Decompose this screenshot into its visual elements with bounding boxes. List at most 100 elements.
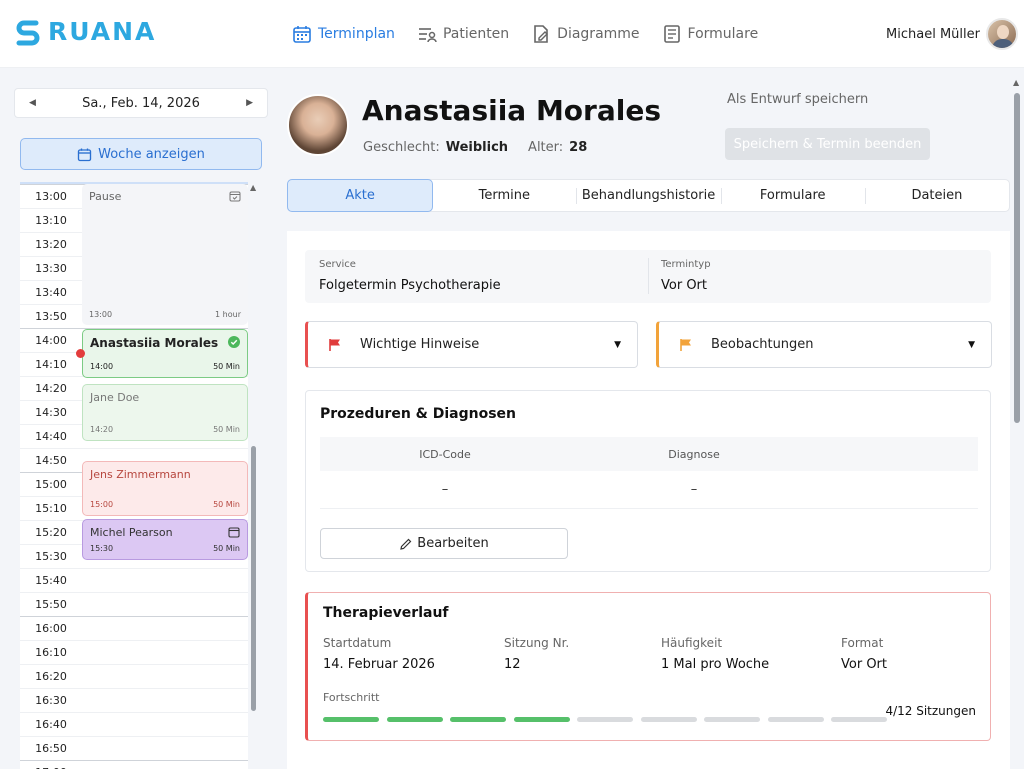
time-slot-label: 13:10 [35,214,67,227]
event-name: Jane Doe [90,391,140,404]
nav-terminplan[interactable]: Terminplan [292,24,395,44]
event-duration: 1 hour [215,310,241,319]
time-slot-label: 14:50 [35,454,67,467]
time-slot-line [20,712,248,713]
service-label: Service [319,259,356,270]
event-michel-pearson[interactable]: Michel Pearson 15:30 50 Min [82,519,248,560]
appointment-type-value: Vor Ort [661,278,707,293]
scroll-up-icon[interactable]: ▲ [250,183,256,192]
event-jane-doe[interactable]: Jane Doe 14:20 50 Min [82,384,248,441]
progress-segment [323,717,379,722]
event-pause[interactable]: Pause 13:00 1 hour [82,184,248,325]
user-menu[interactable]: Michael Müller [886,18,1018,50]
time-slot-label: 13:40 [35,286,67,299]
time-slot-label: 16:50 [35,742,67,755]
patient-name: Anastasiia Morales [362,94,662,127]
calendar-icon [293,26,311,43]
section-title: Prozeduren & Diagnosen [320,406,517,422]
time-slot-label: 16:40 [35,718,67,731]
event-jens-zimmermann[interactable]: Jens Zimmermann 15:00 50 Min [82,461,248,516]
event-time: 14:20 [90,425,114,434]
time-slot-label: 13:00 [35,190,67,203]
progress-segment [386,717,443,722]
record-content: Service Folgetermin Psychotherapie Termi… [287,231,1010,769]
nav-label: Diagramme [557,26,640,42]
event-name: Pause [89,190,122,203]
nav-label: Formulare [687,26,759,42]
document-edit-icon [534,25,549,43]
diagnoses-table: ICD-Code Diagnose – – [320,437,978,509]
patient-list-icon [418,28,437,43]
pencil-icon [400,538,412,550]
time-slot-line [20,736,248,737]
prev-day-icon[interactable]: ◀ [29,98,36,108]
patient-avatar [287,94,349,156]
show-week-button[interactable]: Woche anzeigen [20,138,262,170]
tab-dateien[interactable]: Dateien [864,180,1009,211]
patient-record-panel: Anastasiia Morales Geschlecht: Weiblich … [276,68,1024,769]
service-info: Service Folgetermin Psychotherapie Termi… [305,250,991,303]
event-name: Michel Pearson [90,526,173,539]
diagnosis-cell: – [690,482,698,497]
time-slot-label: 13:50 [35,310,67,323]
frequency-label: Häufigkeit [661,636,723,650]
save-and-finish-button[interactable]: Speichern & Termin beenden [725,128,930,160]
observations-dropdown[interactable]: Beobachtungen ▼ [656,321,992,368]
time-slot-line [20,592,248,593]
icd-cell: – [441,482,449,497]
session-number-value: 12 [504,657,521,672]
nav-patienten[interactable]: Patienten [417,24,509,44]
edit-label: Bearbeiten [417,536,489,551]
frequency-value: 1 Mal pro Woche [661,657,770,672]
time-slot-label: 13:20 [35,238,67,251]
event-duration: 50 Min [213,362,240,371]
progress-segment [577,717,633,722]
next-day-icon[interactable]: ▶ [246,98,253,108]
event-anastasiia-morales[interactable]: Anastasiia Morales 14:00 50 Min [82,329,248,378]
patient-meta: Geschlecht: Weiblich Alter: 28 [363,140,607,155]
edit-button[interactable]: Bearbeiten [320,528,568,559]
form-icon [663,25,680,43]
current-time-indicator [76,349,85,358]
show-week-label: Woche anzeigen [98,146,205,162]
calendar-icon [228,527,240,538]
service-value: Folgetermin Psychotherapie [319,278,501,293]
progress-segment [704,717,760,722]
progress-segment [450,717,506,722]
nav-diagramme[interactable]: Diagramme [531,24,640,44]
event-duration: 50 Min [213,500,240,509]
schedule-scrollbar[interactable] [251,446,256,711]
chevron-down-icon: ▼ [614,339,621,350]
red-flag-icon [329,338,340,351]
user-avatar[interactable] [986,18,1018,50]
time-slot-line [20,688,248,689]
important-notes-dropdown[interactable]: Wichtige Hinweise ▼ [305,321,638,368]
event-time: 14:00 [90,362,114,371]
therapy-progress-card: Therapieverlauf Startdatum 14. Februar 2… [305,592,991,741]
column-diagnosis: Diagnose [668,447,720,461]
progress-segment [513,717,570,722]
tab-akte[interactable]: Akte [287,179,434,212]
dropdown-label: Beobachtungen [711,337,814,352]
time-slot-line [20,568,248,569]
event-time: 15:00 [90,500,114,509]
tab-behandlungshistorie[interactable]: Behandlungshistorie [576,180,720,211]
date-picker: ◀ Sa., Feb. 14, 2026 ▶ [14,88,268,118]
scroll-up-icon[interactable]: ▲ [1013,78,1019,87]
orange-flag-icon [680,338,691,351]
time-slot-label: 13:30 [35,262,67,275]
event-duration: 50 Min [213,544,240,553]
column-icd: ICD-Code [419,447,471,461]
day-calendar[interactable]: 17:0016:5016:4016:3016:2016:1016:0015:50… [20,182,248,769]
current-date[interactable]: Sa., Feb. 14, 2026 [82,96,200,111]
tab-termine[interactable]: Termine [432,180,576,211]
top-bar: RUANA Terminplan Patienten Diagramme For… [0,0,1024,68]
time-slot-label: 16:10 [35,646,67,659]
schedule-panel: ◀ Sa., Feb. 14, 2026 ▶ Woche anzeigen 17… [0,68,276,769]
main-scrollbar[interactable] [1014,93,1020,423]
app-logo[interactable]: RUANA [14,17,156,46]
nav-formulare[interactable]: Formulare [662,24,759,44]
time-slot-label: 15:10 [35,502,67,515]
tab-formulare[interactable]: Formulare [720,180,865,211]
save-draft-link[interactable]: Als Entwurf speichern [727,92,868,107]
